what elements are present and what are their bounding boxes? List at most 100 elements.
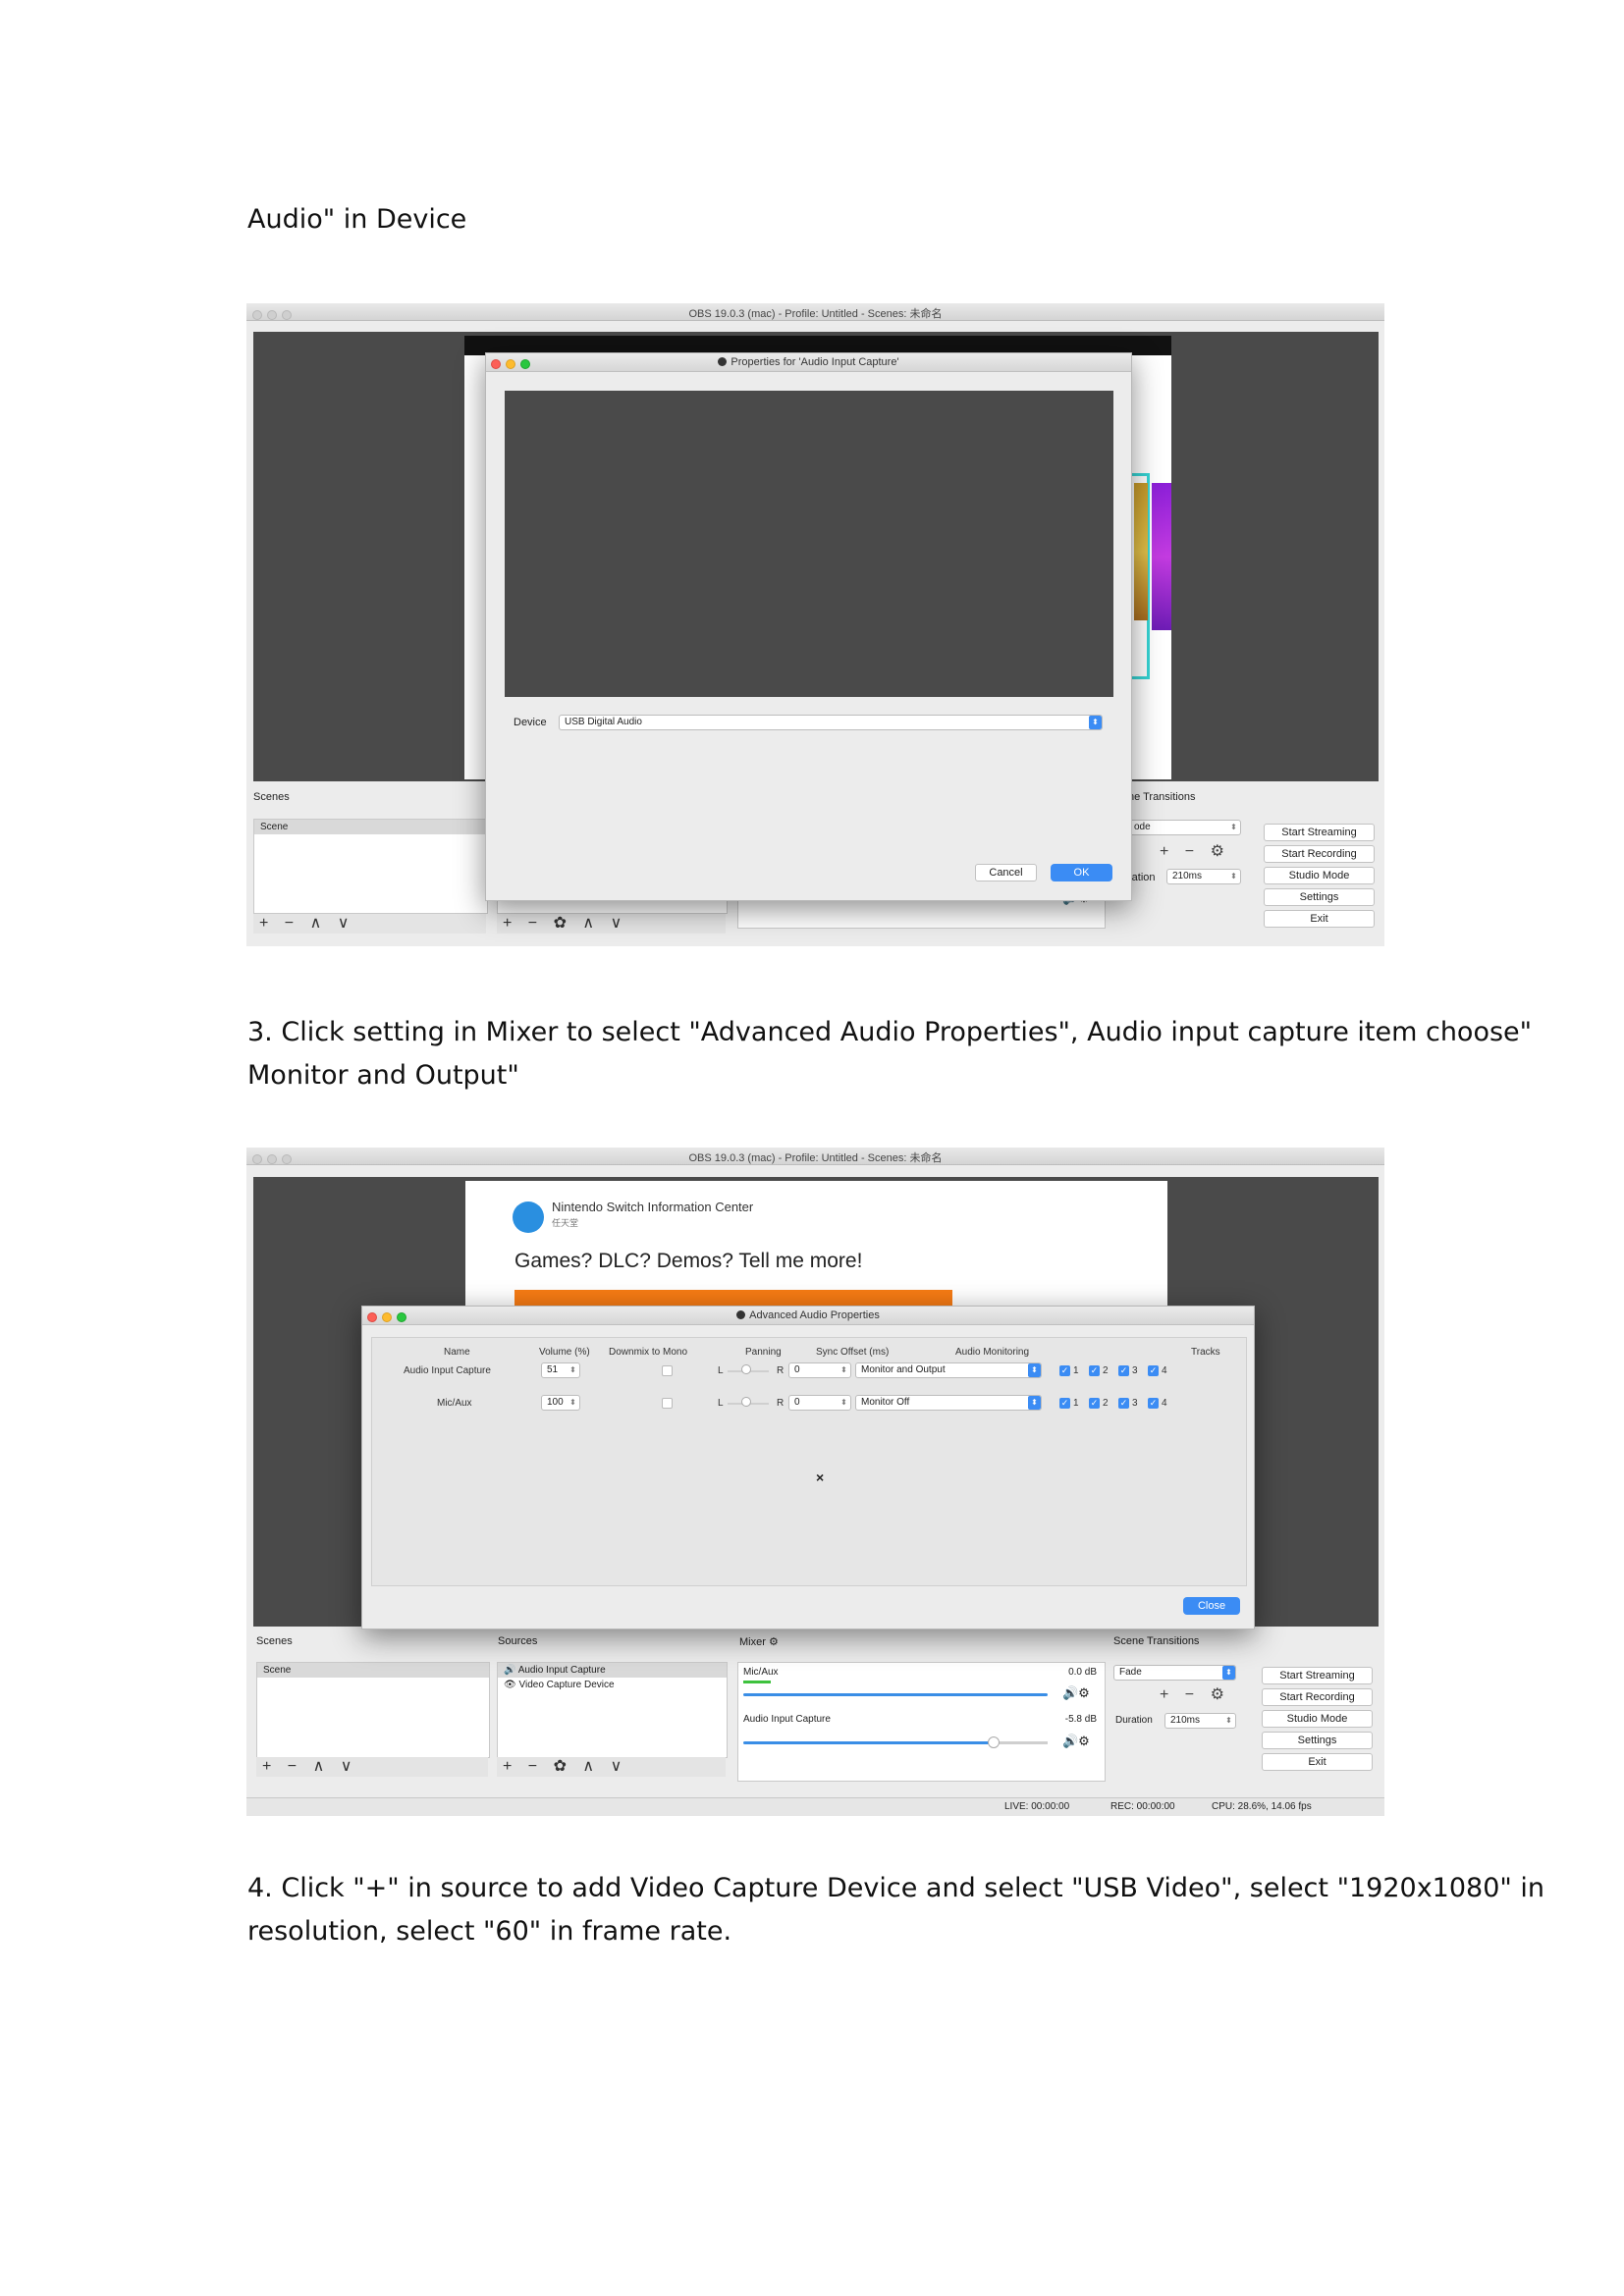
- obs-logo-icon: [736, 1310, 746, 1319]
- mixer-micaux-speaker-gear-icon[interactable]: 🔊⚙: [1062, 1685, 1090, 1701]
- scene-transitions-label: Scene Transitions: [1113, 1635, 1200, 1647]
- mixer-audio-input-speaker-gear-icon[interactable]: 🔊⚙: [1062, 1734, 1090, 1749]
- obs-screenshot-advanced-audio: OBS 19.0.3 (mac) - Profile: Untitled - S…: [246, 1148, 1384, 1816]
- transition-add-remove-gear[interactable]: + − ⚙: [1160, 841, 1230, 861]
- scenes-panel: Scene: [253, 819, 488, 914]
- properties-preview: [505, 391, 1113, 697]
- dialog-titlebar: Advanced Audio Properties: [362, 1307, 1254, 1325]
- row-micaux-volume[interactable]: 100 ⬍: [541, 1395, 580, 1411]
- col-sync: Sync Offset (ms): [816, 1347, 890, 1358]
- settings-button[interactable]: Settings: [1264, 888, 1375, 906]
- doc-line-top: Audio" in Device: [247, 204, 467, 235]
- row-audio-input-name: Audio Input Capture: [404, 1365, 491, 1376]
- row-micaux-name: Mic/Aux: [437, 1398, 472, 1409]
- track-label-2: 2: [1103, 1398, 1109, 1409]
- mixer-label: Mixer ⚙: [739, 1636, 779, 1648]
- step4-line2: resolution, select "60" in frame rate.: [247, 1916, 732, 1947]
- mixer-micaux-meter: [743, 1681, 771, 1683]
- start-streaming-button[interactable]: Start Streaming: [1264, 824, 1375, 841]
- eye-icon: 👁: [504, 1680, 516, 1690]
- col-volume: Volume (%): [539, 1347, 590, 1358]
- sources-panel: 🔊 Audio Input Capture 👁 Video Capture De…: [497, 1662, 728, 1758]
- transition-add-remove-gear[interactable]: + − ⚙: [1160, 1684, 1230, 1704]
- window-titlebar: OBS 19.0.3 (mac) - Profile: Untitled - S…: [246, 1148, 1384, 1165]
- studio-mode-button[interactable]: Studio Mode: [1262, 1710, 1373, 1728]
- scene-item[interactable]: Scene: [257, 1663, 489, 1678]
- row-audio-input-downmix-checkbox[interactable]: [662, 1365, 673, 1376]
- site-name: Nintendo Switch Information Center: [552, 1200, 754, 1214]
- device-select[interactable]: USB Digital Audio ⬍: [559, 715, 1103, 730]
- dialog-title: Properties for 'Audio Input Capture': [731, 356, 899, 368]
- studio-mode-button[interactable]: Studio Mode: [1264, 867, 1375, 884]
- scenes-label: Scenes: [256, 1635, 293, 1647]
- browser-source: Nintendo Switch Information Center 任天堂 G…: [465, 1181, 1167, 1318]
- track-label-3: 3: [1132, 1398, 1138, 1409]
- row-audio-input-track-2[interactable]: ✓: [1089, 1365, 1100, 1376]
- source-item-video-capture[interactable]: 👁 Video Capture Device: [504, 1680, 615, 1690]
- audio-properties-table: Name Volume (%) Downmix to Mono Panning …: [371, 1337, 1247, 1586]
- duration-label: ration: [1128, 872, 1156, 883]
- mixer-audio-input-knob[interactable]: [988, 1736, 1000, 1748]
- advanced-audio-dialog: Advanced Audio Properties Name Volume (%…: [361, 1306, 1255, 1629]
- row-micaux-track-2[interactable]: ✓: [1089, 1398, 1100, 1409]
- site-headline: Games? DLC? Demos? Tell me more!: [514, 1250, 863, 1272]
- exit-button[interactable]: Exit: [1264, 910, 1375, 928]
- transition-select[interactable]: ode ⬍: [1128, 820, 1241, 835]
- close-button[interactable]: Close: [1183, 1597, 1240, 1615]
- row-micaux-monitoring-select[interactable]: Monitor Off ⬍: [855, 1395, 1042, 1411]
- mixer-audio-input-slider[interactable]: [743, 1741, 994, 1744]
- window-title: OBS 19.0.3 (mac) - Profile: Untitled - S…: [688, 308, 943, 320]
- cpu-fps: CPU: 28.6%, 14.06 fps: [1212, 1801, 1312, 1812]
- rec-timer: REC: 00:00:00: [1110, 1801, 1175, 1812]
- scenes-toolbar[interactable]: + − ∧ ∨: [256, 1757, 488, 1777]
- row-micaux-track-4[interactable]: ✓: [1148, 1398, 1159, 1409]
- settings-button[interactable]: Settings: [1262, 1732, 1373, 1749]
- cancel-button[interactable]: Cancel: [975, 864, 1037, 881]
- row-micaux-sync[interactable]: 0 ⬍: [788, 1395, 851, 1411]
- scene-item[interactable]: Scene: [254, 820, 487, 834]
- step4-line1: 4. Click "+" in source to add Video Capt…: [247, 1873, 1545, 1903]
- row-audio-input-pan-l: L: [718, 1365, 724, 1376]
- row-micaux-pan-knob[interactable]: [741, 1397, 751, 1407]
- row-audio-input-track-4[interactable]: ✓: [1148, 1365, 1159, 1376]
- col-tracks: Tracks: [1191, 1347, 1220, 1358]
- start-streaming-button[interactable]: Start Streaming: [1262, 1667, 1373, 1684]
- scenes-toolbar[interactable]: + − ∧ ∨: [253, 914, 486, 934]
- duration-field[interactable]: 210ms ⬍: [1164, 1713, 1236, 1729]
- exit-button[interactable]: Exit: [1262, 1753, 1373, 1771]
- col-name: Name: [444, 1347, 470, 1358]
- mixer-gear-icon[interactable]: ⚙: [769, 1636, 779, 1648]
- start-recording-button[interactable]: Start Recording: [1262, 1688, 1373, 1706]
- row-audio-input-sync[interactable]: 0 ⬍: [788, 1362, 851, 1378]
- row-micaux-downmix-checkbox[interactable]: [662, 1398, 673, 1409]
- row-audio-input-track-1[interactable]: ✓: [1059, 1365, 1070, 1376]
- nintendo-avatar-icon: [513, 1201, 544, 1233]
- source-item-audio-input[interactable]: 🔊 Audio Input Capture: [498, 1663, 727, 1678]
- transition-select[interactable]: Fade ⬍: [1113, 1665, 1236, 1681]
- device-label: Device: [514, 717, 547, 728]
- mixer-audio-input-name: Audio Input Capture: [743, 1714, 831, 1725]
- row-audio-input-monitoring-select[interactable]: Monitor and Output ⬍: [855, 1362, 1042, 1378]
- duration-field[interactable]: 210ms ⬍: [1166, 869, 1241, 884]
- scenes-panel: Scene: [256, 1662, 490, 1758]
- row-audio-input-pan-knob[interactable]: [741, 1364, 751, 1374]
- dialog-title: Advanced Audio Properties: [749, 1309, 880, 1321]
- mixer-micaux-slider[interactable]: [743, 1693, 1048, 1696]
- sources-toolbar[interactable]: + − ✿ ∧ ∨: [497, 914, 726, 934]
- start-recording-button[interactable]: Start Recording: [1264, 845, 1375, 863]
- transitions-label: ne Transitions: [1128, 791, 1196, 803]
- window-titlebar: OBS 19.0.3 (mac) - Profile: Untitled - S…: [246, 303, 1384, 321]
- ok-button[interactable]: OK: [1051, 864, 1112, 881]
- step3-line1: 3. Click setting in Mixer to select "Adv…: [247, 1017, 1533, 1047]
- mixer-micaux-db: 0.0 dB: [1068, 1667, 1097, 1678]
- track-label-3: 3: [1132, 1365, 1138, 1376]
- row-audio-input-volume[interactable]: 51 ⬍: [541, 1362, 580, 1378]
- mouse-cursor-icon: ×: [816, 1469, 825, 1485]
- row-micaux-track-1[interactable]: ✓: [1059, 1398, 1070, 1409]
- site-subtitle: 任天堂: [552, 1218, 579, 1228]
- status-bar: LIVE: 00:00:00 REC: 00:00:00 CPU: 28.6%,…: [246, 1797, 1384, 1816]
- sources-toolbar[interactable]: + − ✿ ∧ ∨: [497, 1757, 726, 1777]
- track-label-2: 2: [1103, 1365, 1109, 1376]
- row-audio-input-track-3[interactable]: ✓: [1118, 1365, 1129, 1376]
- row-micaux-track-3[interactable]: ✓: [1118, 1398, 1129, 1409]
